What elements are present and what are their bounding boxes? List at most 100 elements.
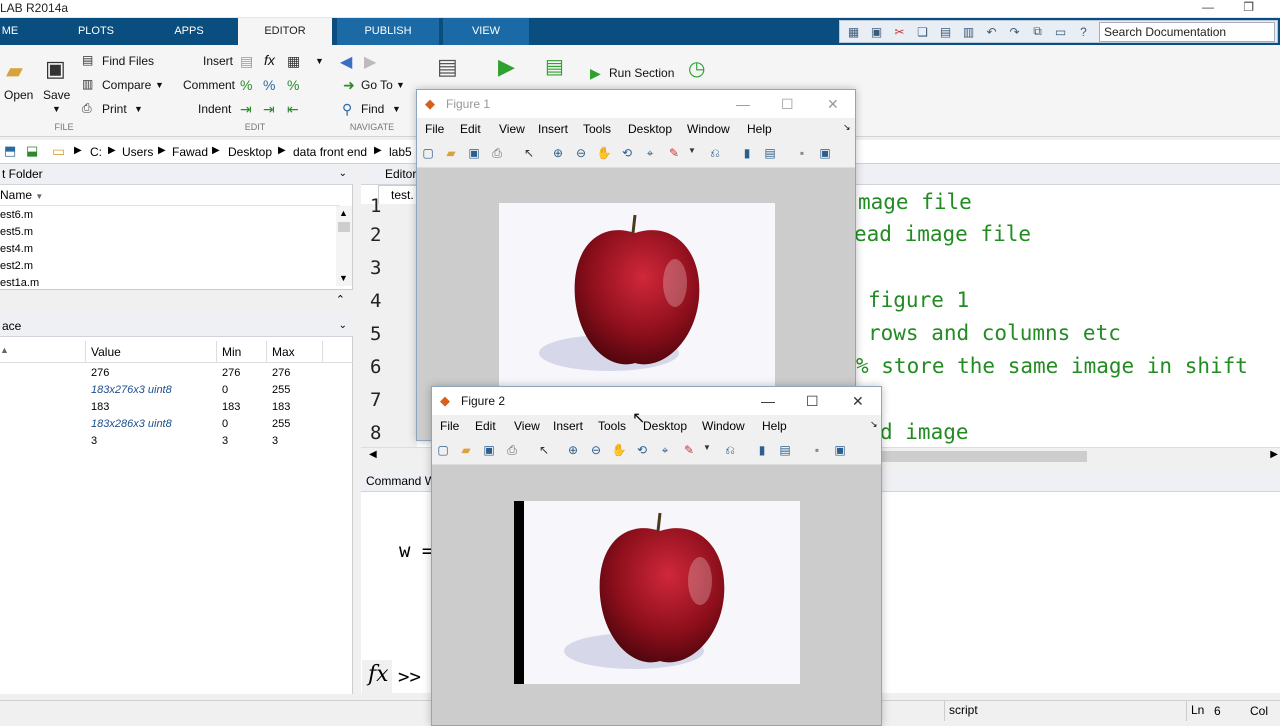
tab-editor[interactable]: EDITOR [238,18,332,45]
zoom-out-icon[interactable]: ⊖ [573,146,589,162]
minimize-icon[interactable]: — [736,96,750,112]
open-file-icon[interactable]: ▰ [443,146,459,162]
restore-icon[interactable]: ❐ [1243,0,1254,14]
panel-menu-icon[interactable]: ⌄ [339,164,347,184]
wrap-comments-icon[interactable]: % [287,77,299,93]
show-plot-tools-icon[interactable]: ▣ [832,443,848,459]
sort-arrow-icon[interactable]: ▲ [0,345,9,355]
menu-edit[interactable]: Edit [460,122,481,136]
menu-help[interactable]: Help [762,419,787,433]
column-value[interactable]: Value [91,345,121,359]
code-line[interactable]: ead image file [854,222,1031,246]
run-icon[interactable]: ▶ [498,54,515,80]
breadcrumb-c[interactable]: C: [90,145,102,159]
breakpoints-icon[interactable]: ▤ [437,54,458,80]
insert-label[interactable]: Insert [203,54,233,68]
workspace-value[interactable]: 3 [91,435,97,447]
rotate-3d-icon[interactable]: ⟲ [619,146,635,162]
workspace-value[interactable]: 183 [91,401,109,413]
print-dropdown-icon[interactable]: ▼ [134,104,143,114]
figure-2-titlebar[interactable]: ◆ Figure 2 — ☐ ✕ [432,387,881,415]
zoom-in-icon[interactable]: ⊕ [565,443,581,459]
figure-2-window[interactable]: ◆ Figure 2 — ☐ ✕ File Edit View Insert T… [431,386,882,726]
paste-special-icon[interactable]: ▥ [957,22,980,42]
open-folder-icon[interactable]: ▰ [6,58,23,84]
file-item[interactable]: est4.m [0,243,33,255]
zoom-in-icon[interactable]: ⊕ [550,146,566,162]
column-divider[interactable] [216,341,217,363]
menu-desktop[interactable]: Desktop [628,122,672,136]
file-item[interactable]: est1a.m [0,277,39,289]
hide-plot-tools-icon[interactable]: ▪ [794,146,810,162]
save-dropdown-icon[interactable]: ▼ [52,104,61,114]
redo-icon[interactable]: ↷ [1003,22,1026,42]
decrease-indent-icon[interactable]: ⇤ [287,101,299,118]
save-icon[interactable]: ▣ [865,22,888,42]
paste-icon[interactable]: ▤ [934,22,957,42]
breadcrumb-fawad[interactable]: Fawad [172,145,208,159]
brush-dropdown-icon[interactable]: ▼ [699,443,715,459]
column-header-name[interactable]: Name ▼ [0,186,340,206]
data-cursor-icon[interactable]: ⌖ [642,146,658,162]
edit-plot-icon[interactable]: ↖ [536,443,552,459]
forward-arrow-icon[interactable]: ▶ [364,52,376,72]
details-bar[interactable]: ⌃ [0,289,353,311]
save-figure-icon[interactable]: ▣ [481,443,497,459]
insert-function-button[interactable]: fx [264,52,275,68]
column-divider[interactable] [322,341,323,363]
find-button[interactable]: Find [361,102,384,116]
find-dropdown-icon[interactable]: ▼ [392,104,401,114]
menu-help[interactable]: Help [747,122,772,136]
brush-dropdown-icon[interactable]: ▼ [684,146,700,162]
print-figure-icon[interactable]: ⎙ [489,146,505,162]
code-line[interactable]: mage file [858,190,972,214]
column-max[interactable]: Max [272,345,295,359]
run-section-button[interactable]: Run Section [609,66,674,80]
workspace-value[interactable]: 183x286x3 uint8 [91,418,172,430]
run-and-time-icon[interactable]: ◷ [688,56,705,81]
folder-scrollbar[interactable]: ▲ ▼ [336,206,352,286]
file-item[interactable]: est6.m [0,209,33,221]
close-icon[interactable]: ✕ [852,393,864,410]
scroll-down-icon[interactable]: ▼ [339,273,348,283]
code-line[interactable]: % store the same image in shift [856,354,1248,378]
pan-icon[interactable]: ✋ [611,443,627,459]
go-to-button[interactable]: Go To [361,78,393,92]
browse-icon[interactable]: ⬓ [26,143,38,159]
layout-icon[interactable]: ▭ [1049,22,1072,42]
colorbar-icon[interactable]: ▮ [739,146,755,162]
menu-file[interactable]: File [425,122,444,136]
tab-apps[interactable]: APPS [160,18,218,45]
tab-view[interactable]: VIEW [443,18,529,45]
comment-icon[interactable]: % [240,77,252,93]
column-min[interactable]: Min [222,345,241,359]
function-browser-button[interactable]: fx [368,662,389,687]
increase-indent-icon[interactable]: ⇥ [263,101,275,118]
code-line[interactable]: rows and columns etc [868,321,1121,345]
new-icon[interactable]: ▦ [842,22,865,42]
undo-icon[interactable]: ↶ [980,22,1003,42]
collapse-up-icon[interactable]: ⌃ [336,293,345,306]
menu-insert[interactable]: Insert [538,122,568,136]
save-figure-icon[interactable]: ▣ [466,146,482,162]
uncomment-icon[interactable]: % [263,77,275,93]
save-disk-icon[interactable]: ▣ [45,56,66,82]
minimize-icon[interactable]: — [1202,0,1214,14]
menu-window[interactable]: Window [687,122,730,136]
switch-windows-icon[interactable]: ⧉ [1026,22,1049,42]
scroll-right-icon[interactable]: ▶ [1270,449,1278,460]
menu-edit[interactable]: Edit [475,419,496,433]
zoom-out-icon[interactable]: ⊖ [588,443,604,459]
brush-icon[interactable]: ✎ [666,146,682,162]
file-item[interactable]: est5.m [0,226,33,238]
menu-view[interactable]: View [514,419,540,433]
scroll-up-icon[interactable]: ▲ [339,208,348,218]
file-item[interactable]: est2.m [0,260,33,272]
link-plot-icon[interactable]: ⎌ [707,146,723,162]
comment-label[interactable]: Comment [183,78,235,92]
close-icon[interactable]: ✕ [827,96,839,113]
back-arrow-icon[interactable]: ◀ [340,52,352,72]
insert-dropdown-icon[interactable]: ▼ [315,56,324,66]
new-figure-icon[interactable]: ▢ [435,443,451,459]
save-button[interactable]: Save [43,88,70,102]
